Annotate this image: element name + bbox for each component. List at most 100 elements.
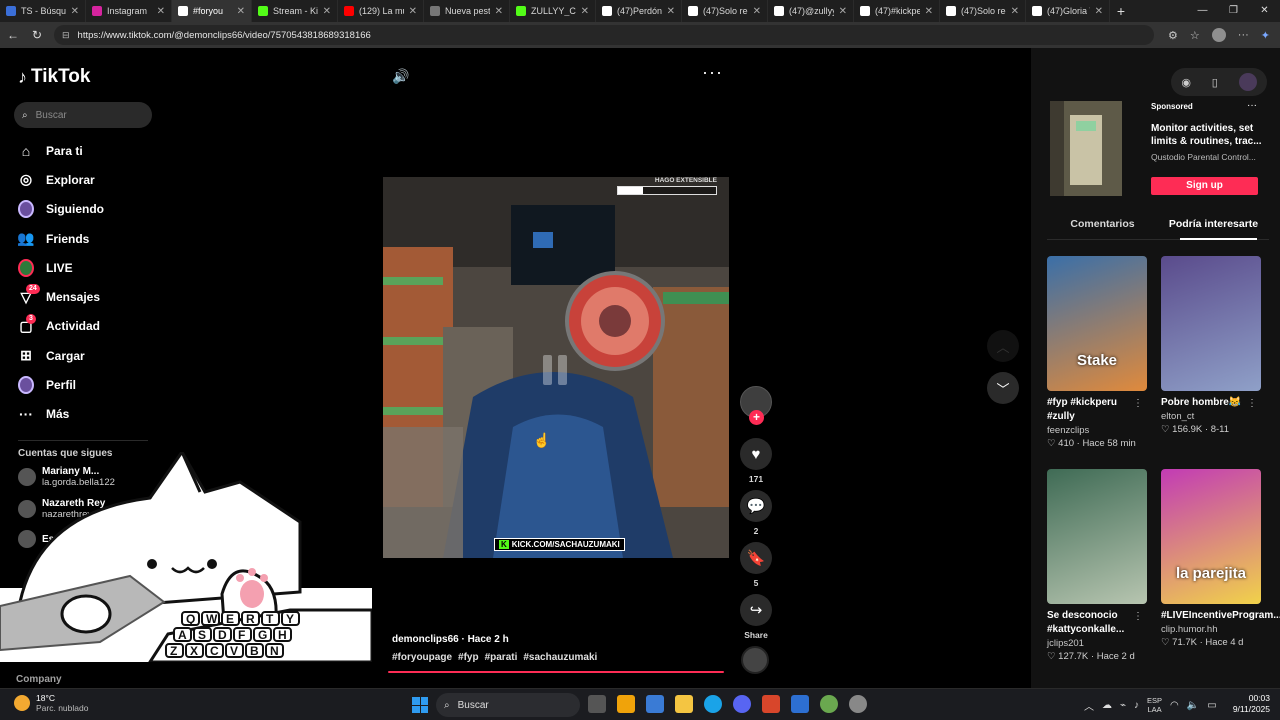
tab-close-icon[interactable]: ✕ [581, 6, 589, 17]
sidebar-item-live[interactable]: LIVE [18, 253, 168, 282]
clock[interactable]: 00:03 9/11/2025 [1226, 693, 1270, 715]
tab-close-icon[interactable]: ✕ [409, 6, 417, 17]
tab-close-icon[interactable]: ✕ [925, 6, 933, 17]
app-icon-paint[interactable] [791, 695, 809, 713]
tab-close-icon[interactable]: ✕ [495, 6, 503, 17]
pause-icon[interactable] [543, 355, 569, 385]
comment-button[interactable]: 💬 2 [738, 490, 774, 536]
browser-tab[interactable]: (47)Gloria Tr ✕ [1026, 0, 1110, 22]
previous-video-button[interactable]: ︿ [987, 330, 1019, 362]
hashtag-link[interactable]: #sachauzumaki [523, 652, 597, 663]
extensions-icon[interactable]: ⚙ [1168, 29, 1178, 42]
sidebar-item-friends[interactable]: 👥 Friends [17, 224, 168, 253]
url-input[interactable]: ⊟ https://www.tiktok.com/@demonclips66/v… [54, 25, 1154, 45]
recommended-video-card[interactable]: Se desconocio #kattyconkalle... ⋮ jclips20… [1047, 469, 1147, 662]
task-view-icon[interactable] [588, 695, 606, 713]
card-more-icon[interactable]: ⋮ [1133, 398, 1143, 409]
store-icon[interactable] [617, 695, 635, 713]
next-video-button[interactable]: ﹀ [987, 372, 1019, 404]
more-options-icon[interactable]: ··· [702, 62, 723, 83]
card-author[interactable]: jclips201 [1047, 638, 1147, 649]
start-button[interactable] [412, 697, 428, 713]
hashtag-link[interactable]: #parati [485, 652, 518, 663]
browser-tab[interactable]: Instagram ✕ [86, 0, 172, 22]
card-author[interactable]: feenzclips [1047, 425, 1147, 436]
browser-tab[interactable]: (47)Solo rec ✕ [682, 0, 768, 22]
video-progress-bar[interactable] [388, 671, 724, 673]
wifi-icon[interactable]: ◠ [1170, 700, 1179, 711]
tab-close-icon[interactable]: ✕ [1095, 6, 1103, 17]
volume-tray-icon[interactable]: 🔈 [1187, 700, 1199, 711]
ad-title[interactable]: Monitor activities, set limits & routine… [1151, 122, 1269, 148]
recommended-video-card[interactable]: Pobre hombre😹 ⋮ elton_ct ♡ 156.9K · 8-11 [1161, 256, 1261, 435]
save-button[interactable]: 🔖 5 [738, 542, 774, 588]
video-author-line[interactable]: demonclips66 · Hace 2 h [392, 634, 509, 645]
browser-tab[interactable]: ZULLYY_CS ✕ [510, 0, 596, 22]
weather-widget[interactable]: 18°C Parc. nublado [14, 693, 88, 713]
like-button[interactable]: ♥ 171 [738, 438, 774, 484]
tab-close-icon[interactable]: ✕ [667, 6, 675, 17]
video-thumbnail[interactable] [1161, 256, 1261, 391]
browser-tab[interactable]: Nueva pestaña ✕ [424, 0, 510, 22]
user-avatar[interactable] [1238, 73, 1257, 91]
video-thumbnail[interactable]: Stake [1047, 256, 1147, 391]
hashtag-link[interactable]: #fyp [458, 652, 479, 663]
browser-tab[interactable]: (129) La música ✕ [338, 0, 424, 22]
ad-signup-button[interactable]: Sign up [1151, 177, 1258, 195]
card-more-icon[interactable]: ⋮ [1247, 398, 1257, 409]
share-button[interactable]: ↪ Share [738, 594, 774, 640]
tray-expand-icon[interactable]: ︿ [1084, 698, 1094, 713]
site-info-icon[interactable]: ⊟ [62, 30, 70, 41]
onedrive-icon[interactable]: ☁ [1102, 700, 1112, 711]
recommended-video-card[interactable]: Stake #fyp #kickperu #zully ⋮ feenzclips ♡ 4… [1047, 256, 1147, 449]
video-thumbnail[interactable] [1047, 469, 1147, 604]
tab-comments[interactable]: Comentarios [1047, 218, 1158, 239]
card-more-icon[interactable]: ⋮ [1133, 611, 1143, 622]
edge-icon[interactable] [704, 695, 722, 713]
music-disc-icon[interactable] [741, 646, 769, 674]
recommended-video-card[interactable]: la parejita #LIVEIncentiveProgram... ⋮ clip… [1161, 469, 1280, 648]
battery-icon[interactable]: ▭ [1207, 700, 1216, 711]
company-link[interactable]: Company [16, 674, 62, 685]
hashtag-link[interactable]: #foryoupage [392, 652, 452, 663]
language-indicator[interactable]: ESP LAA [1147, 696, 1162, 714]
volume-icon[interactable]: 🔊 [392, 68, 409, 85]
copilot-icon[interactable]: ✦ [1261, 29, 1270, 42]
card-more-icon[interactable]: ⋮ [1247, 611, 1257, 622]
favorites-icon[interactable]: ☆ [1190, 29, 1200, 42]
browser-tab[interactable]: #foryou ✕ [172, 0, 252, 22]
mic-icon[interactable]: ♪ [1134, 700, 1139, 711]
device-icon[interactable]: ▯ [1212, 76, 1218, 89]
new-tab-button[interactable]: + [1110, 3, 1132, 19]
tab-close-icon[interactable]: ✕ [1011, 6, 1019, 17]
tab-close-icon[interactable]: ✕ [71, 6, 79, 17]
file-explorer-icon[interactable] [675, 695, 693, 713]
tiktok-logo[interactable]: ♪ TikTok [18, 66, 90, 88]
discord-icon[interactable] [733, 695, 751, 713]
back-icon[interactable]: ← [2, 28, 24, 42]
follow-plus-icon[interactable]: + [749, 410, 764, 425]
ad-more-icon[interactable]: ··· [1247, 100, 1257, 111]
browser-tab[interactable]: (47)Solo rec ✕ [940, 0, 1026, 22]
video-thumbnail[interactable]: la parejita [1161, 469, 1261, 604]
sidebar-item-parati[interactable]: ⌂ Para ti [18, 136, 168, 165]
browser-tab[interactable]: (47)#kickpe ✕ [854, 0, 940, 22]
tab-close-icon[interactable]: ✕ [323, 6, 331, 17]
tab-close-icon[interactable]: ✕ [237, 6, 245, 17]
video-player[interactable]: HAGO EXTENSIBLE K KICK.COM/SACHAUZUMAKI [383, 177, 729, 558]
browser-tab[interactable]: TS - Búsqueda ✕ [0, 0, 86, 22]
tab-close-icon[interactable]: ✕ [839, 6, 847, 17]
minimize-icon[interactable]: — [1187, 0, 1218, 22]
search-input[interactable]: ⌕ Buscar [14, 102, 152, 128]
sidebar-item-explorar[interactable]: ◎ Explorar [18, 165, 168, 194]
sidebar-item-perfil[interactable]: Perfil [18, 370, 168, 399]
browser-profile-icon[interactable] [1211, 28, 1226, 42]
sidebar-item-cargar[interactable]: ⊞ Cargar [18, 341, 168, 370]
browser-tab[interactable]: (47)Perdóna ✕ [596, 0, 682, 22]
ad-image[interactable] [1050, 101, 1122, 196]
tab-close-icon[interactable]: ✕ [157, 6, 165, 17]
app-icon-green[interactable] [820, 695, 838, 713]
reload-icon[interactable]: ↻ [26, 28, 48, 42]
sidebar-item-siguiendo[interactable]: Siguiendo [18, 195, 168, 224]
coin-icon[interactable]: ◉ [1181, 76, 1191, 89]
